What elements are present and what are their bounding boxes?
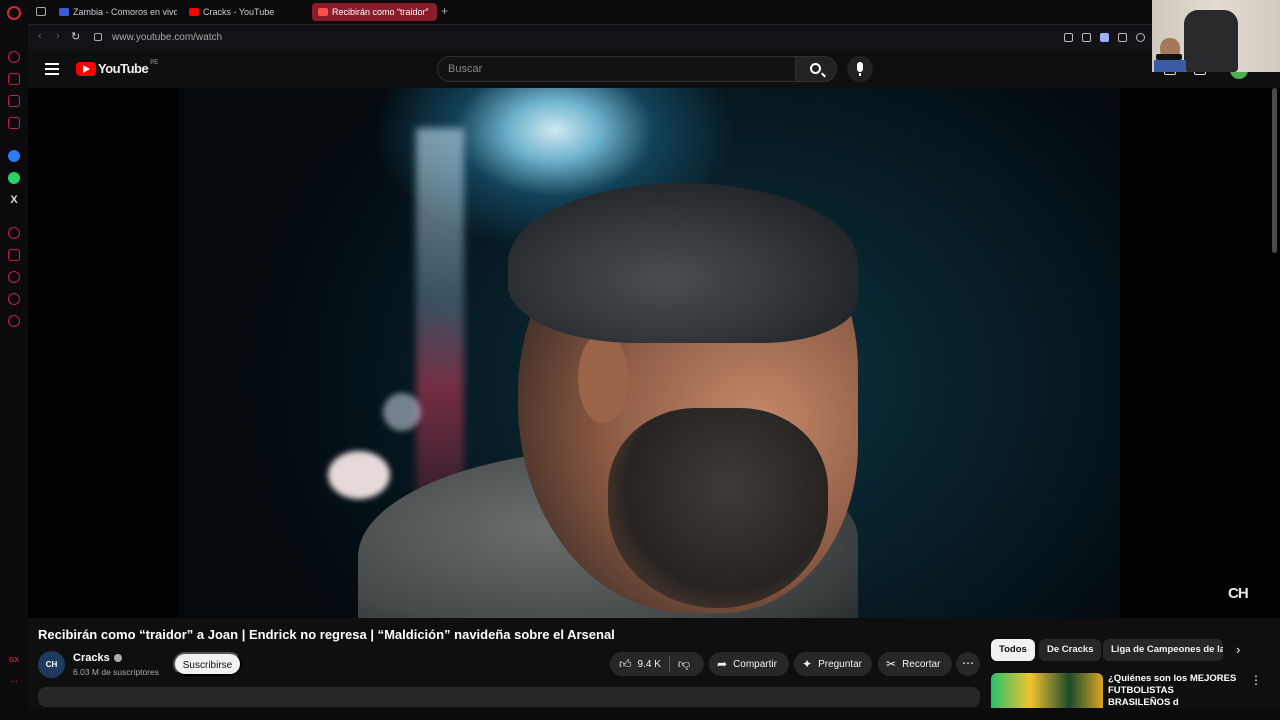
x-twitter-icon[interactable]: X [8,194,20,206]
subscribe-button[interactable]: Suscribirse [173,652,242,676]
youtube-favicon-icon [189,8,199,16]
person-hair [508,183,858,343]
menu-hamburger-icon[interactable] [45,63,59,75]
play-icon[interactable] [1118,33,1127,42]
tab-label: Recibirán como “traidor” [332,7,429,17]
whatsapp-icon[interactable] [8,172,20,184]
instagram-icon[interactable] [8,117,20,129]
more-dots-icon[interactable]: ⋯ [8,677,20,689]
history-icon[interactable] [8,271,20,283]
video-title: Recibirán como “traidor” a Joan | Endric… [38,627,615,642]
snapshot-icon[interactable] [1082,33,1091,42]
share-icon: ➦ [717,657,728,671]
clip-label: Recortar [902,658,941,670]
bokeh-light [383,393,421,431]
description-box[interactable] [38,687,980,707]
messenger-icon[interactable] [8,150,20,162]
video-frame[interactable] [178,88,1120,618]
extensions-icon[interactable] [8,293,20,305]
url-field[interactable]: www.youtube.com/watch [112,32,222,43]
bokeh-light [328,451,390,499]
chip-from-channel[interactable]: De Cracks [1039,639,1102,661]
voice-search-button[interactable] [847,56,873,82]
youtube-logo-text: YouTube [98,61,149,76]
ask-label: Preguntar [818,658,862,670]
chip-all[interactable]: Todos [991,639,1035,661]
gx-corner-label[interactable]: GX [8,655,20,667]
bottom-edge [0,708,1280,720]
aria-icon[interactable] [8,51,20,63]
tab-cracks[interactable]: Cracks - YouTube [189,3,309,21]
youtube-header: YouTube PE [28,50,1280,88]
webcam-chair [1184,10,1238,72]
page-scrollbar[interactable] [1272,88,1277,253]
thumbs-down-icon[interactable]: 👎︎ [678,657,690,672]
share-button[interactable]: ➦ Compartir [709,652,789,676]
back-icon[interactable]: ‹ [38,30,42,42]
tab-zambia[interactable]: Zambia - Comoros en vivo [59,3,177,21]
chevron-right-icon[interactable]: › [1236,642,1240,657]
sparkle-icon: ✦ [802,657,813,671]
microphone-icon [857,62,863,76]
forward-icon[interactable]: › [56,30,60,42]
channel-avatar[interactable]: CH [38,651,65,678]
clip-button[interactable]: ✂ Recortar [878,652,952,676]
person-beard [608,408,828,608]
bookmark-icon[interactable] [1064,33,1073,42]
heart-icon[interactable] [1136,33,1145,42]
lock-icon[interactable] [94,33,102,41]
address-bar: ‹ › ↻ www.youtube.com/watch [28,24,1280,50]
video-player[interactable]: CH [28,88,1280,618]
search-box [437,56,797,82]
tab-bar: Zambia - Comoros en vivo Cracks - YouTub… [28,0,1280,24]
youtube-logo[interactable]: YouTube PE [76,59,159,76]
search-icon [810,63,821,74]
tab-favicon-icon [59,8,69,16]
player-icon[interactable] [8,227,20,239]
country-code: PE [150,59,159,66]
twitch-icon[interactable] [8,95,20,107]
channel-watermark[interactable]: CH [1228,585,1249,602]
thumbs-up-icon[interactable]: 👍︎ [619,657,632,672]
bag-icon[interactable] [8,73,20,85]
ask-button[interactable]: ✦ Preguntar [794,652,872,676]
more-actions-button[interactable]: ⋯ [956,652,980,676]
tab-label: Cracks - YouTube [203,7,275,17]
tab-menu-icon[interactable] [36,7,46,16]
share-label: Compartir [733,658,777,670]
browser-window: X GX ⋯ Zambia - Comoros en vivo Cracks -… [0,0,1280,720]
search-button[interactable] [795,56,837,82]
reload-icon[interactable]: ↻ [71,30,80,43]
webcam-overlay [1152,0,1280,72]
channel-name-text[interactable]: Cracks [73,652,110,664]
person-ear [578,333,628,423]
related-more-icon[interactable]: ⋮ [1250,673,1262,687]
webcam-person-shirt [1154,60,1186,72]
channel-name[interactable]: Cracks [73,652,122,664]
like-dislike-group: 👍︎ 9.4 K 👎︎ [610,652,704,676]
tab-active-video[interactable]: Recibirán como “traidor” [312,3,437,21]
verified-check-icon [113,654,122,663]
tab-label: Zambia - Comoros en vivo [73,7,177,17]
browser-sidebar: X GX ⋯ [0,0,28,720]
search-input[interactable] [438,57,796,81]
vpn-shield-icon[interactable] [1100,33,1109,42]
like-count[interactable]: 9.4 K [638,659,661,670]
scissors-icon: ✂ [886,657,897,671]
chip-champions-league[interactable]: Liga de Campeones de la UEFA [1103,639,1223,661]
new-tab-button[interactable]: + [441,4,448,18]
subscriber-count: 6.03 M de suscriptores [73,667,159,677]
youtube-play-icon [76,61,96,76]
tab-islands-icon[interactable] [8,249,20,261]
like-divider [668,656,670,672]
youtube-favicon-icon [318,8,328,16]
settings-gear-icon[interactable] [8,315,20,327]
opera-logo-icon[interactable] [7,6,21,20]
